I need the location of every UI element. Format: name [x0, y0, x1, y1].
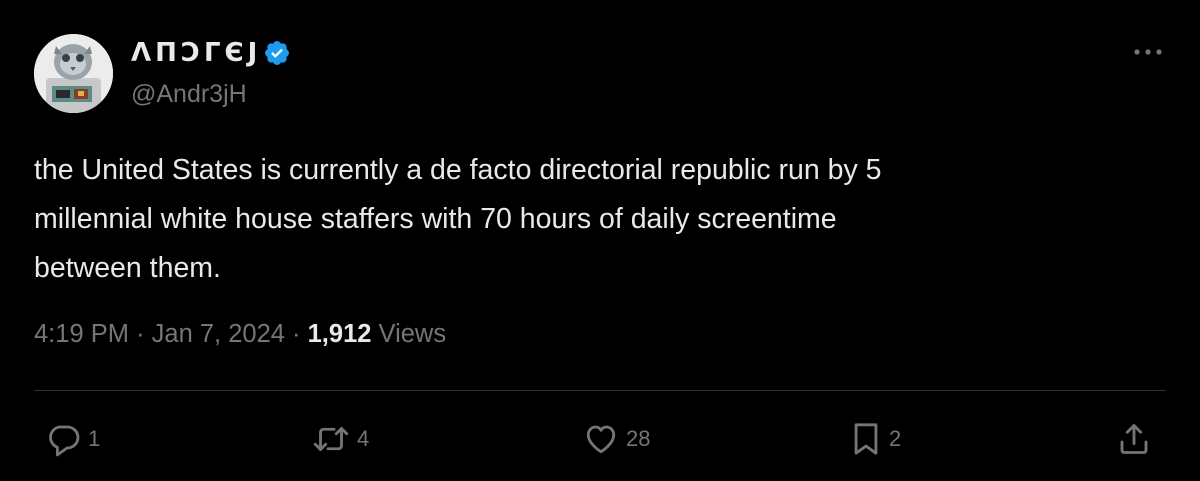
author-name-row[interactable]: ΛПↃΓЄJ [131, 36, 291, 70]
share-icon[interactable] [1116, 421, 1152, 457]
author-handle[interactable]: @Andr3jH [131, 80, 247, 109]
repost-count: 4 [357, 426, 370, 451]
tweet-text-line: between them. [34, 252, 221, 284]
meta-separator: · [292, 320, 301, 348]
reply-icon[interactable] [46, 421, 82, 457]
like-icon[interactable] [582, 421, 620, 457]
bookmark-count: 2 [889, 426, 902, 451]
divider [34, 390, 1166, 391]
tweet-text-line: the United States is currently a de fact… [34, 154, 882, 186]
avatar[interactable] [34, 34, 113, 113]
like-count: 28 [626, 426, 651, 451]
reply-button[interactable]: 1 [46, 418, 100, 460]
bookmark-button[interactable]: 2 [849, 418, 901, 460]
more-icon[interactable] [1130, 40, 1166, 64]
views-count: 1,912 [307, 320, 372, 348]
views-label: Views [378, 320, 447, 348]
meta-separator: · [136, 320, 145, 348]
tweet-text: the United States is currently a de fact… [34, 146, 1154, 293]
tweet-card: ΛПↃΓЄJ @Andr3jH the United States is cur… [0, 0, 1200, 481]
tweet-text-line: millennial white house staffers with 70 … [34, 203, 837, 235]
display-name[interactable]: ΛПↃΓЄJ [131, 38, 261, 68]
tweet-date[interactable]: Jan 7, 2024 [152, 320, 285, 348]
bookmark-icon[interactable] [849, 420, 883, 458]
verified-badge-icon[interactable] [263, 39, 291, 67]
tweet-meta: 4:19 PM · Jan 7, 2024 · 1,912 Views [34, 320, 446, 349]
tweet-time[interactable]: 4:19 PM [34, 320, 129, 348]
like-button[interactable]: 28 [582, 418, 650, 460]
share-button[interactable] [1116, 418, 1152, 460]
repost-icon[interactable] [311, 421, 351, 457]
reply-count: 1 [88, 426, 101, 451]
repost-button[interactable]: 4 [311, 418, 369, 460]
